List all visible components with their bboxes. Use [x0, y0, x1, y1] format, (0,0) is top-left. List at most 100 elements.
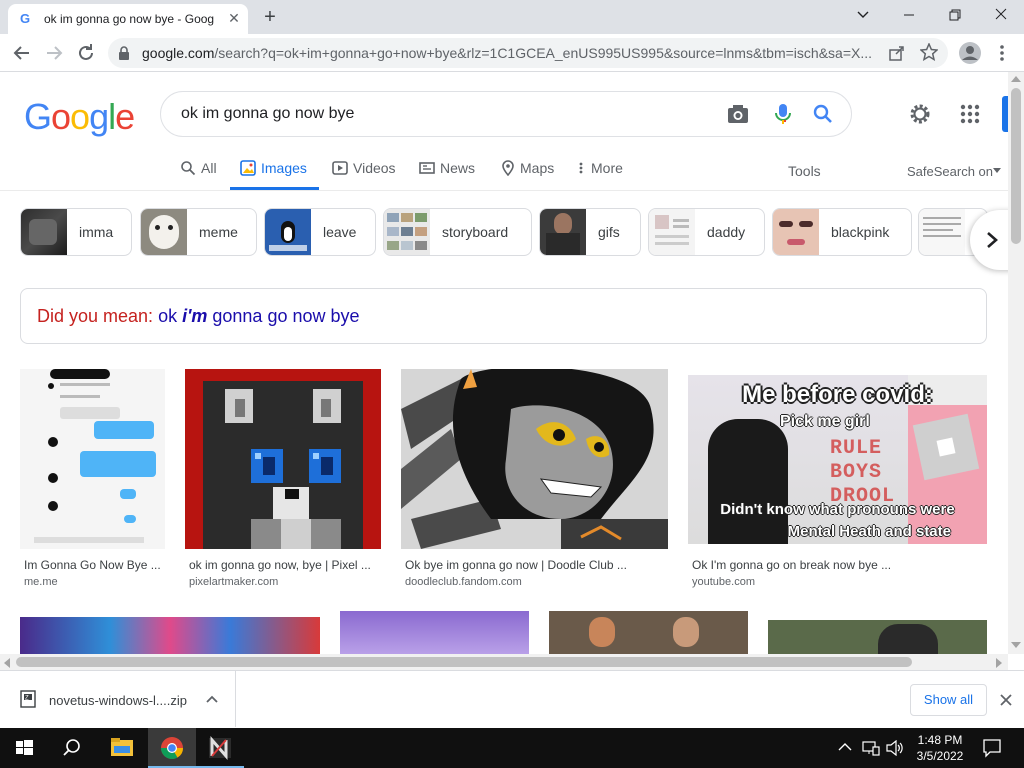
chip-blackpink[interactable]: blackpink	[772, 208, 912, 256]
back-arrow-icon[interactable]	[10, 41, 34, 65]
logo-letter: G	[24, 96, 52, 137]
browser-tab[interactable]: G ok im gonna go now bye - Goog ✕	[8, 4, 248, 34]
chevron-right-icon	[986, 231, 998, 249]
chip-label: gifs	[598, 224, 620, 240]
file-explorer-icon[interactable]	[98, 728, 146, 768]
tab-maps[interactable]: Maps	[500, 158, 560, 190]
logo-letter: o	[51, 96, 71, 137]
show-all-downloads-button[interactable]: Show all	[910, 684, 987, 716]
volume-icon[interactable]	[886, 740, 904, 756]
result-image[interactable]	[340, 611, 529, 654]
bookmark-star-icon[interactable]	[920, 43, 938, 61]
chip-label: leave	[323, 224, 357, 240]
tab-title: ok im gonna go now bye - Goog	[44, 12, 215, 26]
tools-button[interactable]: Tools	[788, 161, 828, 193]
tab-images[interactable]: Images	[240, 158, 320, 190]
forward-arrow-icon[interactable]	[42, 41, 66, 65]
chip-thumbnail	[773, 209, 819, 255]
newspaper-icon	[419, 160, 435, 176]
windows-taskbar: 1:48 PM 3/5/2022	[0, 728, 1024, 768]
safesearch-label: SafeSearch on	[907, 164, 994, 179]
chip-imma[interactable]: imma	[20, 208, 132, 256]
tab-close-icon[interactable]: ✕	[226, 10, 242, 26]
search-query[interactable]: ok im gonna go now bye	[181, 105, 354, 123]
result-source[interactable]: youtube.com	[692, 576, 755, 588]
windows-start-icon[interactable]	[0, 728, 48, 768]
chrome-taskbar-icon[interactable]	[148, 728, 196, 768]
horizontal-scrollbar-thumb[interactable]	[16, 657, 912, 667]
result-image[interactable]	[185, 369, 381, 549]
result-source[interactable]: doodleclub.fandom.com	[405, 576, 522, 588]
novetus-app-icon[interactable]	[196, 728, 244, 768]
profile-avatar-icon[interactable]	[958, 41, 982, 65]
google-apps-icon[interactable]	[960, 104, 980, 124]
tab-videos[interactable]: Videos	[332, 158, 402, 190]
result-image[interactable]	[20, 369, 165, 549]
share-icon[interactable]	[888, 44, 906, 62]
tab-all[interactable]: All	[180, 158, 220, 190]
roblox-logo	[912, 413, 980, 481]
new-tab-button[interactable]: +	[258, 6, 282, 28]
chip-thumbnail	[21, 209, 67, 255]
chip-meme[interactable]: meme	[140, 208, 257, 256]
chip-thumbnail	[141, 209, 187, 255]
close-download-shelf-icon[interactable]	[1000, 694, 1012, 706]
taskbar-clock[interactable]: 1:48 PM 3/5/2022	[910, 732, 970, 764]
search-icon[interactable]	[813, 104, 833, 124]
address-bar[interactable]: google.com/search?q=ok+im+gonna+go+now+b…	[108, 38, 948, 68]
meme-headline: Me before covid:	[742, 381, 933, 408]
camera-icon[interactable]	[727, 104, 749, 124]
network-icon[interactable]	[862, 740, 880, 756]
tray-chevron-up-icon[interactable]	[838, 742, 852, 752]
search-input[interactable]: ok im gonna go now bye	[160, 91, 852, 137]
url-text: google.com/search?q=ok+im+gonna+go+now+b…	[142, 45, 873, 61]
result-image[interactable]	[20, 617, 320, 654]
scroll-left-arrow-icon[interactable]	[4, 658, 10, 668]
scroll-down-arrow-icon[interactable]	[1011, 642, 1021, 648]
did-you-mean-link[interactable]: ok i'm gonna go now bye	[158, 306, 359, 326]
taskbar-search-icon[interactable]	[48, 728, 96, 768]
vertical-scrollbar-thumb[interactable]	[1011, 88, 1021, 244]
result-source[interactable]: pixelartmaker.com	[189, 576, 278, 588]
lock-icon[interactable]	[118, 46, 130, 60]
google-logo[interactable]: Google	[24, 96, 135, 138]
result-title[interactable]: Ok bye im gonna go now | Doodle Club ...	[405, 558, 655, 572]
minimize-button[interactable]	[886, 0, 932, 30]
download-shelf: Z novetus-windows-l....zip Show all	[0, 670, 1024, 728]
chevron-up-icon[interactable]	[206, 695, 218, 703]
notification-icon[interactable]	[982, 738, 1002, 758]
chrome-menu-icon[interactable]	[994, 43, 1010, 63]
map-pin-icon	[500, 160, 516, 176]
download-item[interactable]: Z novetus-windows-l....zip	[0, 671, 236, 727]
microphone-icon[interactable]	[775, 103, 791, 125]
result-image[interactable]	[401, 369, 668, 549]
chip-storyboard[interactable]: storyboard	[383, 208, 532, 256]
chip-label: daddy	[707, 224, 746, 240]
meme-letters: RULE BOYS DROOL	[830, 437, 895, 509]
scroll-up-arrow-icon[interactable]	[1011, 76, 1021, 82]
chip-daddy[interactable]: daddy	[648, 208, 765, 256]
tab-search-icon[interactable]	[840, 0, 886, 30]
settings-gear-icon[interactable]	[908, 102, 932, 126]
result-image[interactable]	[768, 620, 987, 654]
result-image[interactable]: Me before covid: Pick me girl RULE BOYS …	[688, 375, 987, 544]
tab-news[interactable]: News	[419, 158, 481, 190]
reload-icon[interactable]	[74, 41, 98, 65]
image-icon	[240, 160, 256, 176]
chip-thumbnail	[919, 209, 965, 255]
result-source[interactable]: me.me	[24, 576, 58, 588]
tab-more[interactable]: More	[578, 158, 628, 190]
meme-pick-text: Pick me girl	[780, 413, 870, 430]
close-window-button[interactable]	[978, 0, 1024, 30]
tab-label: Videos	[353, 160, 396, 176]
chip-gifs[interactable]: gifs	[539, 208, 641, 256]
result-title[interactable]: Im Gonna Go Now Bye ...	[24, 558, 164, 572]
scroll-right-arrow-icon[interactable]	[996, 658, 1002, 668]
tab-label: News	[440, 160, 476, 176]
result-title[interactable]: ok im gonna go now, bye | Pixel ...	[189, 558, 379, 572]
tab-label: Images	[261, 160, 307, 176]
result-title[interactable]: Ok I'm gonna go on break now bye ...	[692, 558, 982, 572]
restore-button[interactable]	[932, 0, 978, 30]
result-image[interactable]	[549, 611, 748, 654]
chip-leave[interactable]: leave	[264, 208, 376, 256]
